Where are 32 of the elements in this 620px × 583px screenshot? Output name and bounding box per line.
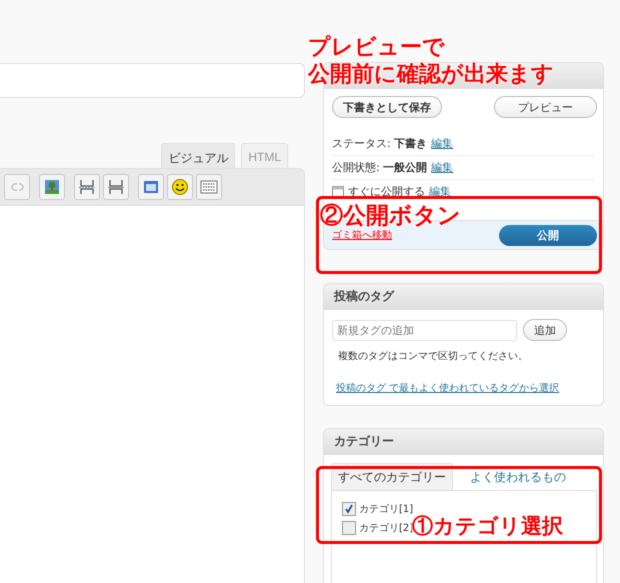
- checkbox[interactable]: [342, 520, 356, 534]
- keyboard-icon[interactable]: [196, 174, 222, 200]
- calendar-icon: [332, 185, 344, 198]
- smiley-icon[interactable]: [167, 174, 193, 200]
- panel-title: 投稿のタグ: [324, 284, 603, 310]
- edit-link[interactable]: 編集: [431, 136, 454, 151]
- status-text: ステータス: 下書き: [332, 136, 428, 151]
- annotation-text: プレビューで 公開前に確認が出来ます: [308, 34, 554, 88]
- help-text: 複数のタグはコンマで区切ってください。: [338, 350, 529, 363]
- page-break-icon[interactable]: [103, 174, 129, 200]
- preview-button[interactable]: プレビュー: [494, 96, 597, 118]
- visibility-text: 公開状態: 一般公開: [332, 160, 428, 175]
- tag-input[interactable]: 新規タグの追加: [332, 320, 517, 340]
- panel-title: カテゴリー: [324, 429, 603, 455]
- tag-cloud-link[interactable]: 投稿のタグ で最もよく使われているタグから選択: [336, 381, 560, 395]
- category-tab[interactable]: よく使われるもの: [463, 463, 573, 490]
- edit-link[interactable]: 編集: [431, 160, 454, 175]
- annotation-text: ②公開ボタン: [320, 201, 461, 230]
- trash-link[interactable]: ゴミ箱へ移動: [332, 228, 392, 242]
- edit-link[interactable]: 編集: [429, 184, 451, 199]
- editor-tab[interactable]: ビジュアル: [161, 143, 236, 168]
- title-field[interactable]: [0, 63, 305, 98]
- add-button[interactable]: 追加: [523, 319, 567, 341]
- category-label: カテゴリ[2]: [359, 522, 414, 534]
- annotation-text: ①カテゴリ選択: [412, 513, 563, 540]
- window-icon[interactable]: [138, 174, 164, 200]
- more-tag-icon[interactable]: [74, 174, 100, 200]
- image-icon[interactable]: [39, 174, 65, 200]
- category-label: カテゴリ[1]: [359, 502, 414, 516]
- publish-button[interactable]: 公開: [499, 224, 597, 246]
- save-draft-button[interactable]: 下書きとして保存: [332, 96, 442, 118]
- checkbox[interactable]: [342, 502, 356, 516]
